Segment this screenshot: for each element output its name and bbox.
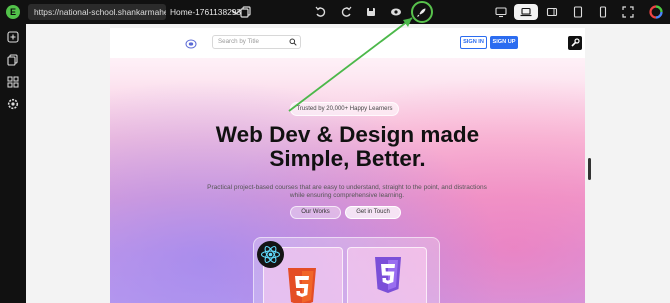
annotation-arrow [288, 17, 413, 112]
